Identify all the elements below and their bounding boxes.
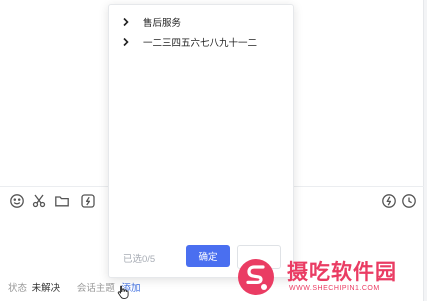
watermark-title: 摄吃软件园: [287, 261, 397, 284]
clock-icon[interactable]: [401, 193, 417, 209]
tree-item-label: 售后服务: [143, 18, 182, 29]
tree-item-label: 一二三四五六七八九十一二: [143, 38, 258, 49]
quick-reply-icon[interactable]: [80, 193, 96, 209]
emoji-icon[interactable]: [9, 193, 25, 209]
state-label: 状态: [8, 283, 28, 294]
watermark-logo: [238, 259, 274, 295]
tree-item-numbers[interactable]: 一二三四五六七八九十一二: [121, 34, 257, 50]
tree-item-after-sales[interactable]: 售后服务: [121, 14, 181, 30]
topic-label: 会话主题: [76, 283, 115, 294]
selected-count: 已选0/5: [123, 254, 156, 265]
hand-cursor-icon: [117, 285, 129, 299]
watermark-url: WWW.SHECHIPIN1.COM: [289, 285, 380, 292]
lightning-icon[interactable]: [381, 193, 397, 209]
window-edge: [423, 0, 427, 301]
folder-icon[interactable]: [54, 193, 70, 209]
chevron-right-icon[interactable]: [121, 37, 131, 47]
chevron-right-icon[interactable]: [121, 17, 131, 27]
state-value[interactable]: 未解决: [32, 280, 61, 294]
topic-dropdown-panel: 售后服务 一二三四五六七八九十一二 已选0/5 确定: [108, 4, 294, 278]
confirm-button[interactable]: 确定: [186, 245, 230, 267]
scissors-icon[interactable]: [31, 193, 47, 209]
